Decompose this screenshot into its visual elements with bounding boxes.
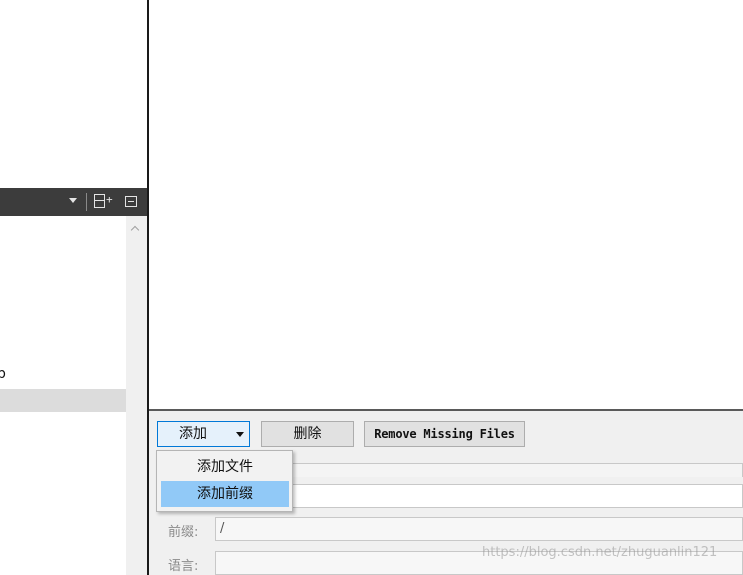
delete-button[interactable]: 删除 [261,421,354,447]
toolbar-separator [86,193,87,211]
prefix-input[interactable]: / [215,517,743,541]
add-button-label: 添加 [179,426,207,442]
language-label: 语言: [168,559,199,574]
scroll-up-icon[interactable] [130,224,142,234]
dropdown-arrow-icon[interactable] [69,195,79,205]
remove-missing-files-button[interactable]: Remove Missing Files [364,421,525,447]
split-add-icon[interactable] [94,194,105,208]
chevron-down-icon [236,432,244,437]
vertical-scrollbar[interactable] [126,216,147,575]
menu-item-add-file[interactable]: 添加文件 [161,454,289,480]
list-item-selected[interactable] [0,389,126,412]
editor-area [149,0,743,410]
alias-input[interactable] [215,484,743,508]
menu-item-add-prefix[interactable]: 添加前缀 [161,481,289,507]
watermark: https://blog.csdn.net/zhuguanlin121 [482,545,718,560]
dock-titlebar: + [0,188,147,216]
minimize-icon[interactable] [125,196,137,207]
add-dropdown-button[interactable]: 添加 [157,421,250,447]
split-add-plus-icon[interactable]: + [106,193,113,206]
path-field [215,463,743,477]
left-panel-top-area [0,0,147,188]
prefix-label: 前缀: [168,525,199,540]
add-dropdown-menu: 添加文件 添加前缀 [156,450,293,512]
list-item[interactable]: p [0,366,6,382]
